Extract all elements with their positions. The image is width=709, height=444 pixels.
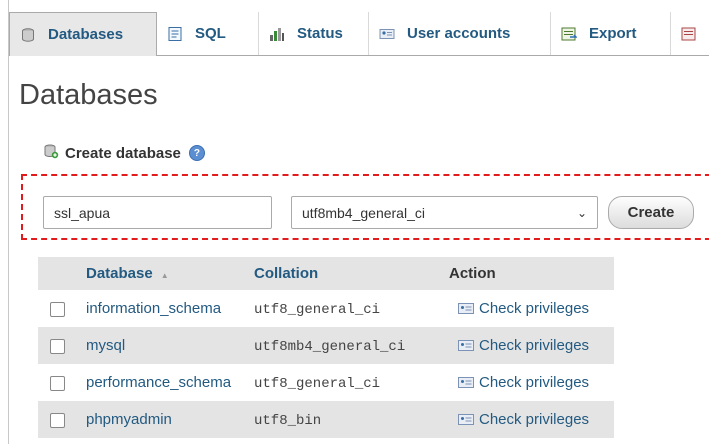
table-row: phpmyadmin utf8_bin Check privileges xyxy=(38,401,614,438)
tab-sql[interactable]: SQL xyxy=(157,12,259,55)
check-privileges-link[interactable]: Check privileges xyxy=(449,374,614,391)
tab-export[interactable]: Export xyxy=(551,12,671,55)
tab-status[interactable]: Status xyxy=(259,12,369,55)
collation-value: utf8_general_ci xyxy=(254,301,381,318)
table-row: information_schema utf8_general_ci Check… xyxy=(38,290,614,327)
create-database-icon xyxy=(43,143,59,163)
tab-user-accounts[interactable]: User accounts xyxy=(369,12,551,55)
chevron-down-icon: ⌄ xyxy=(576,205,587,220)
header-collation-label: Collation xyxy=(254,265,319,282)
databases-table: Database ▲ Collation Action information_s… xyxy=(38,257,614,438)
tab-label: SQL xyxy=(195,25,226,42)
database-name-link[interactable]: mysql xyxy=(83,337,125,354)
check-privileges-label: Check privileges xyxy=(479,337,590,354)
check-privileges-label: Check privileges xyxy=(479,411,590,428)
header-collation[interactable]: Collation xyxy=(254,257,449,290)
table-row: performance_schema utf8_general_ci Check… xyxy=(38,364,614,401)
check-privileges-link[interactable]: Check privileges xyxy=(449,411,614,428)
header-action: Action xyxy=(449,257,614,290)
header-checkbox-cell xyxy=(38,257,83,290)
create-database-label: Create database xyxy=(65,144,181,162)
collation-value: utf8mb4_general_ci xyxy=(254,338,406,355)
row-checkbox[interactable] xyxy=(50,301,65,317)
tab-label: Databases xyxy=(48,26,124,43)
collation-select[interactable]: utf8mb4_general_ci ⌄ xyxy=(291,196,598,229)
page-title: Databases xyxy=(19,79,158,111)
check-privileges-label: Check privileges xyxy=(479,374,590,391)
export-icon xyxy=(561,26,578,42)
row-checkbox[interactable] xyxy=(50,412,65,428)
user-accounts-icon xyxy=(379,26,395,42)
privileges-icon xyxy=(458,303,474,314)
header-database[interactable]: Database ▲ xyxy=(83,257,254,290)
database-name-link[interactable]: information_schema xyxy=(83,300,221,317)
privileges-icon xyxy=(458,377,474,388)
database-icon xyxy=(20,27,36,43)
status-icon xyxy=(269,26,285,42)
header-database-label: Database xyxy=(86,265,153,282)
tab-label: Status xyxy=(297,25,343,42)
database-name-link[interactable]: phpmyadmin xyxy=(83,411,172,428)
create-button[interactable]: Create xyxy=(608,196,694,229)
sort-ascending-icon: ▲ xyxy=(160,271,169,280)
top-tab-bar: Databases SQL Status User accounts Expor… xyxy=(9,12,709,56)
table-row: mysql utf8mb4_general_ci Check privilege… xyxy=(38,327,614,364)
collation-value: utf8_bin xyxy=(254,412,322,429)
privileges-icon xyxy=(458,340,474,351)
tab-label: Export xyxy=(589,25,637,42)
collation-selected-value: utf8mb4_general_ci xyxy=(302,204,425,221)
collation-value: utf8_general_ci xyxy=(254,375,381,392)
create-database-heading: Create database ? xyxy=(43,143,205,163)
check-privileges-link[interactable]: Check privileges xyxy=(449,300,614,317)
help-icon[interactable]: ? xyxy=(188,145,205,161)
row-checkbox[interactable] xyxy=(50,375,65,391)
left-border xyxy=(8,0,9,444)
database-name-link[interactable]: performance_schema xyxy=(83,374,231,391)
check-privileges-link[interactable]: Check privileges xyxy=(449,337,614,354)
row-checkbox[interactable] xyxy=(50,338,65,354)
privileges-icon xyxy=(458,414,474,425)
database-name-input[interactable] xyxy=(43,196,272,229)
header-action-label: Action xyxy=(449,265,496,282)
tab-databases[interactable]: Databases xyxy=(9,12,157,56)
sql-icon xyxy=(167,26,183,42)
tab-label: User accounts xyxy=(407,25,511,42)
tab-import[interactable] xyxy=(671,12,709,55)
check-privileges-label: Check privileges xyxy=(479,300,590,317)
import-icon xyxy=(681,26,697,42)
